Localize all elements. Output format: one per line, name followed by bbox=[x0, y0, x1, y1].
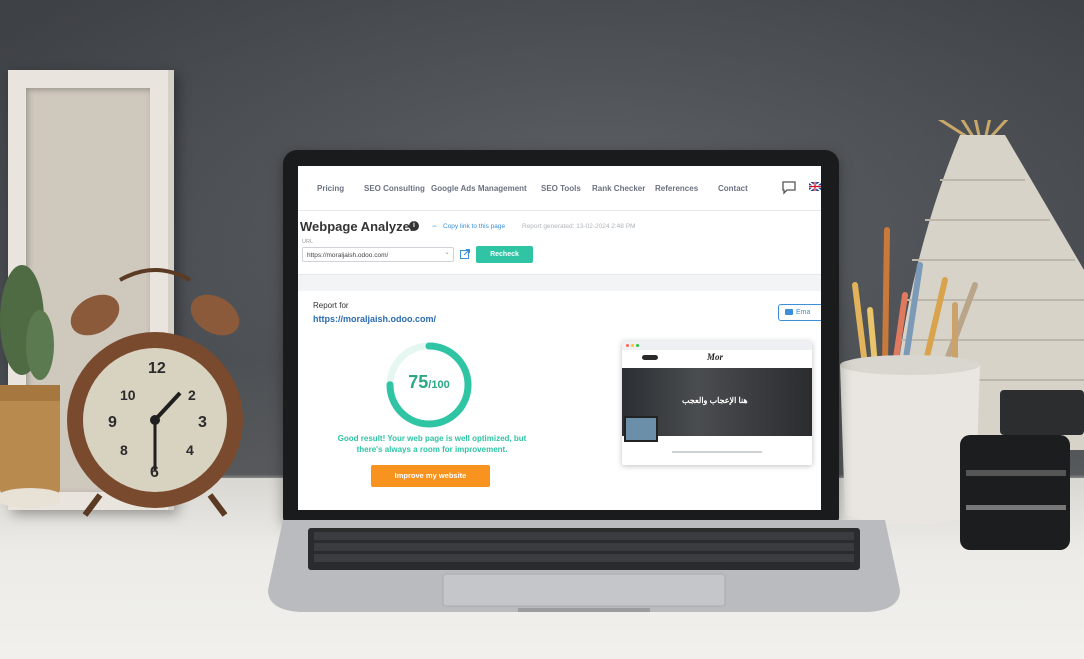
preview-monitor-graphic bbox=[624, 416, 658, 442]
svg-text:3: 3 bbox=[198, 414, 207, 431]
preview-site-logo: Mor bbox=[707, 352, 724, 362]
nav-item-pricing[interactable]: Pricing bbox=[317, 184, 344, 193]
recheck-button[interactable]: Recheck bbox=[476, 246, 533, 263]
window-minimize-dot bbox=[631, 344, 634, 347]
laptop-screen: Pricing SEO Consulting Google Ads Manage… bbox=[298, 166, 821, 510]
link-icon[interactable]: ⇔ bbox=[431, 223, 438, 230]
svg-text:2: 2 bbox=[188, 387, 196, 403]
nav-item-seo-consulting[interactable]: SEO Consulting bbox=[364, 184, 425, 193]
result-message-line1: Good result! Your web page is well optim… bbox=[337, 434, 527, 443]
report-generated-text: Report generated: 13-02-2024 2:48 PM bbox=[522, 223, 636, 230]
url-input[interactable]: https://moraljaish.odoo.com/ bbox=[302, 247, 454, 262]
copy-link-button[interactable]: Copy link to this page bbox=[443, 223, 505, 230]
score-max: /100 bbox=[428, 379, 450, 391]
window-close-dot bbox=[626, 344, 629, 347]
url-label: URL bbox=[302, 239, 314, 245]
improve-website-button[interactable]: Improve my website bbox=[371, 465, 490, 487]
email-report-button[interactable]: Ema bbox=[778, 304, 821, 321]
email-button-label: Ema bbox=[796, 309, 811, 316]
section-divider bbox=[298, 274, 821, 291]
svg-text:4: 4 bbox=[186, 442, 194, 458]
nav-item-rank-checker[interactable]: Rank Checker bbox=[592, 184, 645, 193]
chevron-down-icon[interactable]: ⌄ bbox=[444, 248, 450, 256]
preview-footer-line bbox=[672, 451, 762, 453]
nav-item-seo-tools[interactable]: SEO Tools bbox=[541, 184, 581, 193]
nav-item-references[interactable]: References bbox=[655, 184, 698, 193]
desk-scene-photo: 12 10 2 9 3 8 4 6 Pricing SEO Consulting… bbox=[0, 0, 1084, 659]
preview-hero-text: هنا الإعجاب والعجب bbox=[682, 396, 748, 405]
svg-text:9: 9 bbox=[108, 414, 117, 431]
external-link-icon[interactable] bbox=[460, 249, 470, 259]
report-url-link[interactable]: https://moraljaish.odoo.com/ bbox=[313, 314, 436, 324]
svg-text:8: 8 bbox=[120, 442, 128, 458]
svg-text:12: 12 bbox=[148, 360, 166, 377]
top-navigation: Pricing SEO Consulting Google Ads Manage… bbox=[298, 166, 821, 211]
preview-browser-bar bbox=[622, 341, 812, 350]
svg-text:10: 10 bbox=[120, 387, 136, 403]
chat-icon[interactable] bbox=[781, 179, 797, 195]
mail-icon bbox=[785, 309, 793, 316]
score-value: 75/100 bbox=[384, 372, 474, 393]
alarm-clock: 12 10 2 9 3 8 4 6 bbox=[67, 268, 243, 517]
result-message-line2: there's always a room for improvement. bbox=[356, 445, 508, 454]
cactus-plant bbox=[0, 265, 60, 508]
report-for-label: Report for bbox=[313, 301, 349, 310]
preview-nav-pill bbox=[642, 355, 658, 360]
score-number: 75 bbox=[408, 372, 429, 392]
page-title: Webpage Analyzer bbox=[300, 219, 415, 234]
uk-flag-icon[interactable] bbox=[809, 182, 821, 191]
website-preview-thumbnail: Mor هنا الإعجاب والعجب bbox=[622, 341, 812, 465]
window-maximize-dot bbox=[636, 344, 639, 347]
info-icon[interactable]: i bbox=[409, 221, 419, 231]
laptop-keyboard-base bbox=[268, 520, 900, 612]
nav-item-google-ads-management[interactable]: Google Ads Management bbox=[431, 184, 527, 193]
nav-item-contact[interactable]: Contact bbox=[718, 184, 748, 193]
camera bbox=[960, 390, 1084, 550]
